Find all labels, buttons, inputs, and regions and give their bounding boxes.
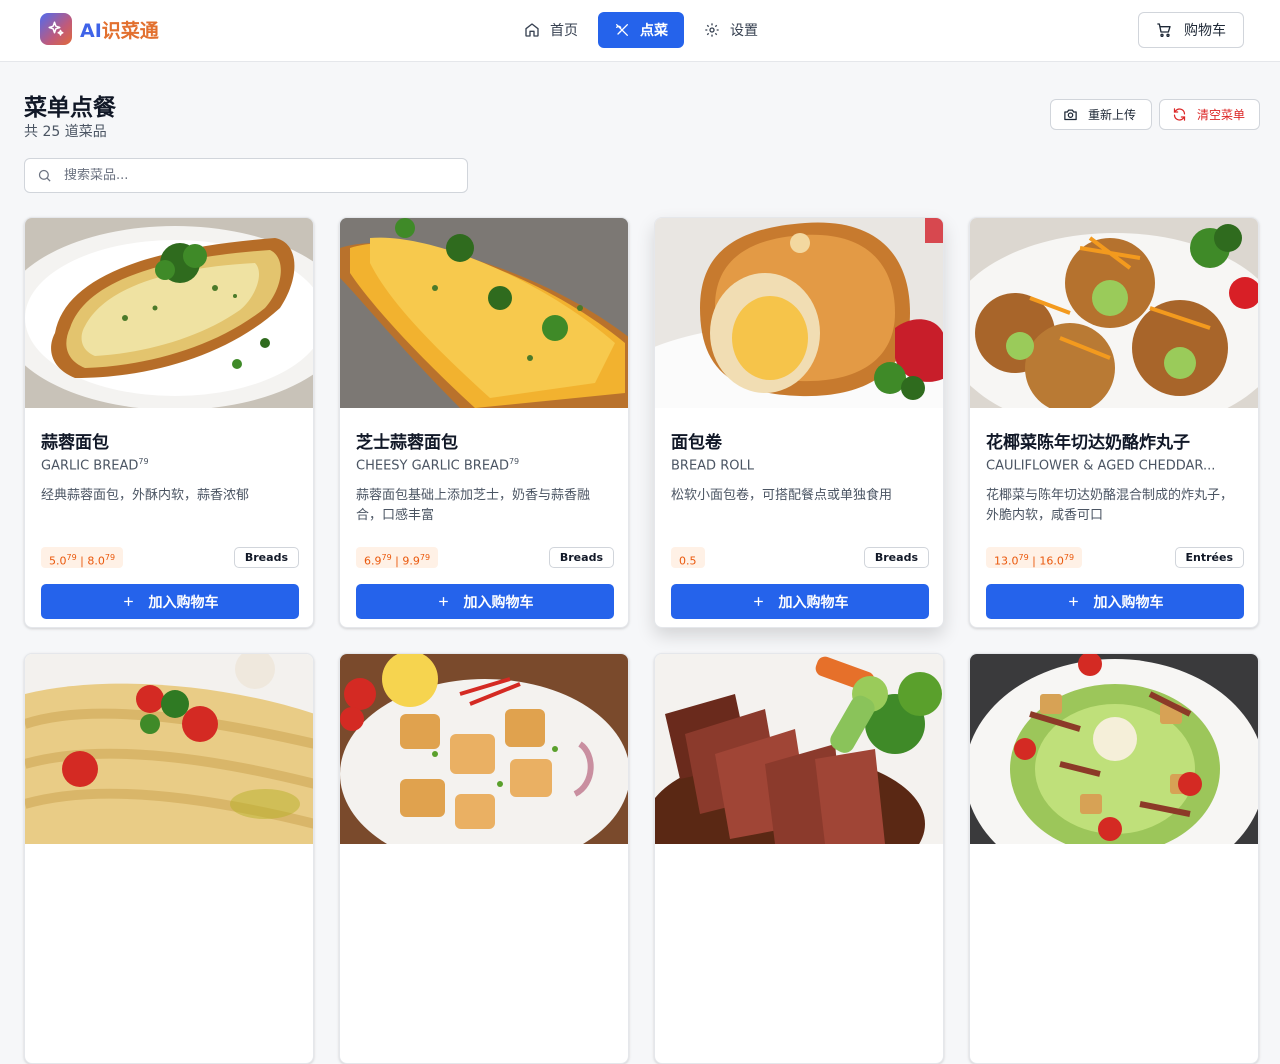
steak-image[interactable] [655,654,943,844]
category-badge: Breads [863,547,929,568]
category-badge: Breads [233,547,299,568]
price-badge: 13.079 | 16.079 [986,547,1083,568]
dish-card[interactable] [654,653,944,1064]
garlic-bread-image[interactable] [25,218,313,408]
dish-english-name: CHEESY GARLIC BREAD79 [356,457,606,473]
cart-icon [1157,23,1171,37]
dish-card[interactable] [339,653,629,1064]
app-logo[interactable]: AI识菜通 [40,13,159,45]
dish-english-text: GARLIC BREAD [41,458,139,474]
camera-icon [1064,109,1077,121]
top-bar: AI识菜通 首页 点菜 设置 购物车 [0,0,1280,62]
dish-description: 松软小面包卷，可搭配餐点或单独食用 [671,488,893,503]
dish-card[interactable]: 芝士蒜蓉面包 CHEESY GARLIC BREAD79 蒜蓉面包基础上添加芝士… [339,217,629,628]
nav-home-label: 首页 [550,23,578,39]
add-to-cart-label: 加入购物车 [778,594,849,611]
dish-description: 蒜蓉面包基础上添加芝士，奶香与蒜香融合，口感丰富 [356,488,591,523]
dish-card[interactable] [24,653,314,1064]
category-badge: Breads [548,547,614,568]
dish-name: 芝士蒜蓉面包 [356,433,458,453]
price-badge: 5.079 | 8.079 [41,547,124,568]
price-b-sup: 79 [419,553,431,562]
dish-name: 花椰菜陈年切达奶酪炸丸子 [986,433,1190,453]
cart-button[interactable]: 购物车 [1138,12,1244,48]
add-to-cart-label: 加入购物车 [1093,594,1164,611]
app-name-ai: AI [80,19,102,42]
price-b: | 16.0 [1028,554,1064,568]
nav-order-label: 点菜 [640,23,668,39]
nav-order[interactable]: 点菜 [598,12,684,48]
dish-card[interactable]: 蒜蓉面包 GARLIC BREAD79 经典蒜蓉面包，外酥内软，蒜香浓郁 5.0… [24,217,314,628]
dish-english-text: CAULIFLOWER & AGED CHEDDAR... [986,458,1216,474]
add-to-cart-button[interactable]: 加入购物车 [986,584,1244,619]
nav-settings[interactable]: 设置 [692,12,770,48]
fried-calamari-image[interactable] [340,654,628,844]
bread-roll-image[interactable] [655,218,943,408]
clear-menu-button[interactable]: 清空菜单 [1159,99,1260,130]
reupload-button[interactable]: 重新上传 [1050,99,1152,130]
dish-card[interactable]: 花椰菜陈年切达奶酪炸丸子 CAULIFLOWER & AGED CHEDDAR.… [969,217,1259,628]
main-nav: 首页 点菜 设置 [512,12,770,48]
nav-settings-label: 设置 [730,23,758,39]
price-a-sup: 79 [1018,553,1029,562]
add-to-cart-label: 加入购物车 [463,594,534,611]
price-badge: 0.5 [671,547,705,568]
category-badge: Entrées [1174,547,1244,568]
dish-name: 蒜蓉面包 [41,433,109,453]
plus-icon [1068,597,1078,606]
cheesy-garlic-bread-image[interactable] [340,218,628,408]
refresh-icon [1173,108,1186,121]
price-b-sup: 79 [104,553,116,562]
app-name-rest: 识菜通 [101,19,159,42]
home-icon [525,23,539,37]
dish-name: 面包卷 [671,433,722,453]
dish-english-sup: 79 [138,457,149,466]
price-b: | 8.0 [76,554,105,568]
clear-menu-label: 清空菜单 [1197,108,1246,122]
price-a: 6.9 [364,554,382,568]
sparkle-icon [40,13,72,45]
price-b-sup: 79 [1063,553,1075,562]
plus-icon [438,597,448,606]
price-a: 5.0 [49,554,67,568]
price-badge: 6.979 | 9.979 [356,547,439,568]
price-a-sup: 79 [66,553,77,562]
add-to-cart-label: 加入购物车 [148,594,219,611]
search-icon [38,169,51,182]
plus-icon [123,597,133,606]
add-to-cart-button[interactable]: 加入购物车 [356,584,614,619]
plus-icon [753,597,763,606]
page-title: 菜单点餐 [24,95,116,121]
gear-icon [705,23,719,37]
dish-count: 共 25 道菜品 [24,124,107,140]
price-a-sup: 79 [381,553,392,562]
search-box [24,158,468,193]
cart-label: 购物车 [1184,23,1226,39]
add-to-cart-button[interactable]: 加入购物车 [671,584,929,619]
dish-card[interactable] [969,653,1259,1064]
pasta-image[interactable] [25,654,313,844]
reupload-label: 重新上传 [1088,108,1137,122]
cauliflower-fritters-image[interactable] [970,218,1258,408]
add-to-cart-button[interactable]: 加入购物车 [41,584,299,619]
dish-english-name: CAULIFLOWER & AGED CHEDDAR... [986,457,1236,473]
dish-english-text: CHEESY GARLIC BREAD [356,458,509,474]
price-a: 13.0 [994,554,1019,568]
utensils-icon [616,24,628,36]
dish-card[interactable]: 面包卷 BREAD ROLL 松软小面包卷，可搭配餐点或单独食用 0.5 Bre… [654,217,944,628]
price-b: | 9.9 [391,554,420,568]
dish-english-name: BREAD ROLL [671,457,921,473]
search-input[interactable] [64,168,444,183]
price-a: 0.5 [679,554,697,568]
app-name: AI识菜通 [80,16,159,43]
nav-home[interactable]: 首页 [512,12,590,48]
dish-english-name: GARLIC BREAD79 [41,457,291,473]
dish-description: 经典蒜蓉面包，外酥内软，蒜香浓郁 [41,488,250,503]
caesar-salad-image[interactable] [970,654,1258,844]
dish-description: 花椰菜与陈年切达奶酪混合制成的炸丸子，外脆内软，咸香可口 [986,488,1234,523]
dish-english-text: BREAD ROLL [671,458,754,474]
dish-english-sup: 79 [508,457,520,466]
